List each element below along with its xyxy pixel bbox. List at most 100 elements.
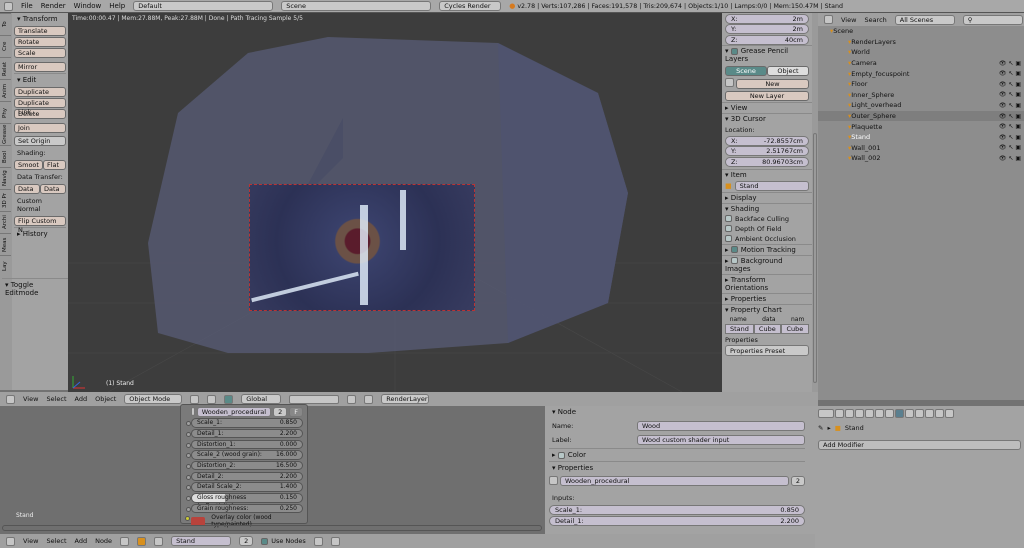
properties-header[interactable]: ▸ Properties [722,292,812,304]
menu-render[interactable]: Render [41,2,66,10]
properties-tab-icon[interactable] [865,409,874,418]
object-tab[interactable]: Object [767,66,809,76]
item-header[interactable]: ▾ Item [722,168,812,180]
input-socket[interactable] [186,442,191,448]
use-nodes-checkbox[interactable]: Use Nodes [261,537,306,545]
tool-tab[interactable]: Grease [0,123,11,145]
outliner-item-name[interactable]: RenderLayers [851,38,896,46]
outliner-item[interactable]: ▾ Empty_focuspoint 👁 ↖ ▣ [818,68,1024,79]
editor-type-icon[interactable] [6,536,15,546]
add-menu[interactable]: Add [75,537,88,545]
properties-tab-icon[interactable] [925,409,934,418]
ambient-occlusion-checkbox[interactable]: Ambient Occlusion [722,234,812,244]
visibility-icons[interactable]: 👁 ↖ ▣ [999,81,1021,88]
chart-cell[interactable]: Cube [781,323,809,334]
tool-tab[interactable]: Relat [0,57,11,79]
3d-cursor-header[interactable]: ▾ 3D Cursor [722,113,812,124]
coord-field[interactable]: X: -72.8557cm [725,135,809,146]
tool-tab[interactable]: Bool [0,145,11,167]
input-socket[interactable] [186,506,191,512]
properties-tab-icon[interactable] [915,409,924,418]
background-images-header[interactable]: ▸ Background Images [722,254,812,274]
coord-field[interactable]: Z: 40cm [725,34,809,45]
pencil-icon[interactable] [725,78,734,87]
outliner-item[interactable]: ▾ Camera 👁 ↖ ▣ [818,58,1024,69]
property-chart-header[interactable]: ▾ Property Chart [722,303,812,315]
outliner-item-name[interactable]: Floor [851,80,867,88]
outliner-item[interactable]: ▾ Floor 👁 ↖ ▣ [818,79,1024,90]
menu-file[interactable]: File [21,2,33,10]
material-field[interactable]: Stand [171,536,232,546]
node-input-field[interactable]: Gloss roughness (reflectivity):0.150 [186,493,303,510]
properties-tab-icon[interactable] [835,409,844,418]
node-input-field[interactable]: Scale_1: 0.850 [186,418,303,428]
view-menu[interactable]: View [23,537,38,545]
editor-type-icon[interactable] [818,409,834,418]
properties-tab-icon[interactable] [905,409,914,418]
visibility-icons[interactable]: 👁 ↖ ▣ [999,102,1021,109]
properties-tab-icon[interactable] [895,409,904,418]
flat-button[interactable]: Flat [42,160,66,170]
outliner-item-name[interactable]: World [851,48,870,56]
select-menu[interactable]: Select [46,537,66,545]
viewport-shading-icon[interactable] [190,394,200,404]
input-socket[interactable] [186,496,191,501]
add-modifier-select[interactable]: Add Modifier [818,440,1021,450]
outliner-item[interactable]: ▾ Plaquette 👁 ↖ ▣ [818,121,1024,132]
new-button[interactable]: New [736,79,809,89]
node-input-field[interactable]: Detail_1: 2.200 [186,428,303,439]
node-input-field[interactable]: Detail Scale_2: 1.400 [186,482,303,492]
display-mode-select[interactable]: All Scenes [894,14,955,25]
outliner-search-menu[interactable]: Search [864,16,886,24]
motion-tracking-header[interactable]: ▸ Motion Tracking [722,243,812,255]
outliner-item[interactable]: ▾ Light_overhead 👁 ↖ ▣ [818,100,1024,111]
layout-selector[interactable]: Default [133,1,274,11]
scale-1-field[interactable]: Scale_1: 0.850 [549,505,805,515]
visibility-icons[interactable]: 👁 ↖ ▣ [999,113,1021,120]
object-menu[interactable]: Object [95,395,116,403]
properties-tab-icon[interactable] [935,409,944,418]
add-menu[interactable]: Add [75,395,88,403]
tool-tab[interactable]: To [0,13,11,35]
editor-type-icon[interactable] [6,394,15,404]
shading-header[interactable]: ▾ Shading [722,202,812,214]
grease-pencil-header[interactable]: ▾ Grease Pencil Layers [722,45,812,64]
node-header[interactable]: ▾ Node [549,406,805,418]
tool-tab[interactable]: 3D Pr [0,189,11,211]
visibility-icons[interactable]: 👁 ↖ ▣ [999,144,1021,151]
horizontal-scrollbar[interactable] [2,525,542,531]
node-input-field[interactable]: Detail_2: 2.200 [186,471,303,482]
outliner-item[interactable]: ▾ Inner_Sphere 👁 ↖ ▣ [818,90,1024,101]
transform-header[interactable]: ▾ Transform [14,13,66,25]
smooth-button[interactable]: Smoot [14,160,43,170]
node-group-field[interactable]: Wooden_procedural [560,476,789,486]
properties-preset-select[interactable]: Properties Preset [725,344,809,356]
input-socket[interactable] [186,485,191,491]
outliner-item-name[interactable]: Stand [851,133,870,141]
material-icon[interactable] [154,536,164,546]
input-socket[interactable] [186,453,191,459]
outliner-item[interactable]: ▾ Wall_001 👁 ↖ ▣ [818,143,1024,154]
color-header[interactable]: ▸ Color [549,448,805,461]
visibility-icons[interactable]: 👁 ↖ ▣ [999,60,1021,67]
transform-orientations-header[interactable]: ▸ Transform Orientations [722,273,812,293]
chart-cell[interactable]: Stand [725,323,754,334]
select-menu[interactable]: Select [46,395,66,403]
input-socket[interactable] [186,463,191,469]
visibility-icons[interactable]: 👁 ↖ ▣ [999,70,1021,77]
scale-button[interactable]: Scale [14,48,66,58]
visibility-icons[interactable]: 👁 ↖ ▣ [999,155,1021,162]
manipulator-icon[interactable] [224,394,234,404]
orientation-select[interactable]: Global [241,394,282,404]
backdrop-icon[interactable] [313,536,323,546]
data-button[interactable]: Data [14,184,40,194]
chart-cell[interactable]: Cube [753,323,782,334]
view-header[interactable]: ▸ View [722,102,812,113]
input-socket[interactable] [186,474,191,480]
properties-tab-icon[interactable] [945,409,954,418]
3d-viewport[interactable]: Time:00:00.47 | Mem:27.88M, Peak:27.88M … [68,13,722,392]
outliner-item-name[interactable]: Scene [833,27,853,35]
node-name-field[interactable]: Wood [637,421,805,431]
coord-field[interactable]: Y: 2.51767cm [725,146,809,156]
view-menu[interactable]: View [23,395,38,403]
